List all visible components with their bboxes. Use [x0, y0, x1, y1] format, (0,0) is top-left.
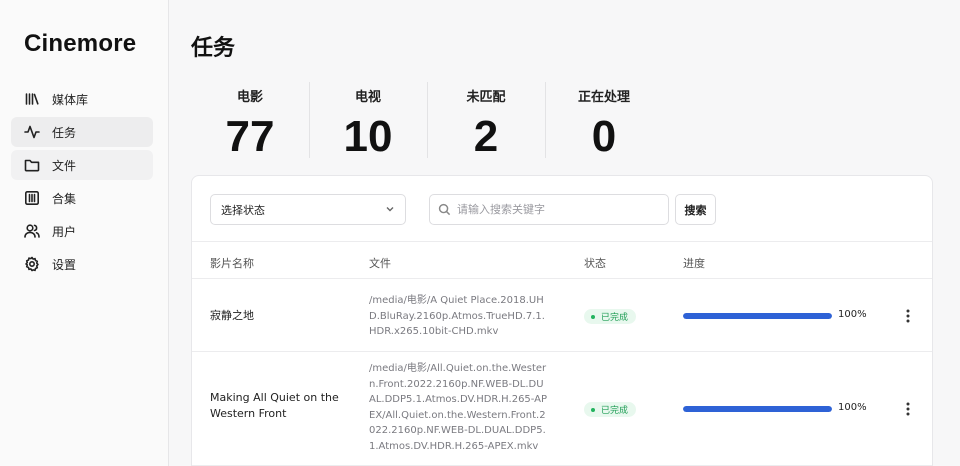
page-title: 任务 [191, 36, 236, 61]
stat-value: 0 [591, 112, 617, 161]
sidebar-item-tasks[interactable]: 任务 [11, 117, 153, 147]
activity-icon [23, 124, 40, 141]
progress-percent: 100% [838, 309, 867, 320]
movie-name: 寂静之地 [210, 309, 254, 322]
library-icon [23, 91, 40, 108]
status-dot [591, 407, 595, 412]
stat-label: 正在处理 [577, 90, 630, 105]
sidebar-item-label: 媒体库 [52, 92, 89, 107]
sidebar-item-collections[interactable]: 合集 [11, 183, 153, 213]
search-box [429, 194, 669, 225]
status-badge: 已完成 [584, 309, 637, 324]
status-text: 已完成 [601, 406, 629, 416]
stat-movies: 电影 77 [191, 82, 309, 160]
filter-toolbar: 选择状态 搜索 [192, 176, 932, 242]
stats-summary: 电影 77 电视 10 未匹配 2 正在处理 0 [191, 82, 663, 160]
column-header-progress: 进度 [683, 257, 705, 270]
progress-percent: 100% [838, 402, 867, 413]
chevron-down-icon [385, 204, 395, 214]
stat-label: 电影 [236, 90, 263, 105]
progress-fill [683, 313, 832, 319]
tasks-card: 选择状态 搜索 影片名称 文件 状态 进度 寂静之地 /media/电影/A Q… [191, 175, 933, 466]
more-options-icon[interactable] [902, 401, 914, 417]
search-button[interactable]: 搜索 [675, 194, 716, 225]
sidebar-item-label: 任务 [52, 125, 77, 140]
column-header-file: 文件 [369, 257, 391, 270]
sidebar-item-label: 合集 [52, 191, 77, 206]
table-row[interactable]: Making All Quiet on the Western Front /m… [192, 352, 932, 466]
file-path: /media/电影/A Quiet Place.2018.UHD.BluRay.… [369, 295, 545, 337]
search-icon [438, 203, 451, 216]
status-select-value: 选择状态 [221, 203, 265, 217]
table-header: 影片名称 文件 状态 进度 [192, 242, 932, 279]
sidebar: Cinemore 媒体库 任务 文件 合集 用户 设置 [0, 0, 169, 466]
progress-bar [683, 406, 832, 412]
stat-value: 77 [225, 112, 275, 161]
column-header-name: 影片名称 [210, 257, 254, 270]
users-icon [23, 223, 40, 240]
sidebar-item-files[interactable]: 文件 [11, 150, 153, 180]
stat-value: 10 [343, 112, 393, 161]
sidebar-item-label: 设置 [52, 257, 77, 272]
stat-unmatched: 未匹配 2 [427, 82, 545, 160]
status-text: 已完成 [601, 313, 629, 323]
stat-label: 电视 [354, 90, 381, 105]
app-logo[interactable]: Cinemore [24, 30, 136, 58]
sidebar-item-library[interactable]: 媒体库 [11, 84, 153, 114]
gear-icon [23, 256, 40, 273]
file-path: /media/电影/All.Quiet.on.the.Western.Front… [369, 363, 548, 452]
movie-name: Making All Quiet on the Western Front [210, 391, 339, 420]
stat-processing: 正在处理 0 [545, 82, 663, 160]
folder-icon [23, 157, 40, 174]
table-row[interactable]: 寂静之地 /media/电影/A Quiet Place.2018.UHD.Bl… [192, 280, 932, 352]
progress-fill [683, 406, 832, 412]
sidebar-item-label: 文件 [52, 158, 77, 173]
more-options-icon[interactable] [902, 308, 914, 324]
status-badge: 已完成 [584, 402, 637, 417]
search-input[interactable] [457, 203, 657, 216]
main-content: 任务 电影 77 电视 10 未匹配 2 正在处理 0 选择状态 请输入搜索关键… [169, 0, 960, 466]
stat-tv: 电视 10 [309, 82, 427, 160]
status-select[interactable]: 选择状态 [210, 194, 406, 225]
collection-icon [23, 190, 40, 207]
sidebar-item-users[interactable]: 用户 [11, 216, 153, 246]
sidebar-nav: 媒体库 任务 文件 合集 用户 设置 [11, 84, 153, 282]
stat-label: 未匹配 [466, 90, 506, 105]
status-dot [591, 314, 595, 319]
stat-value: 2 [473, 112, 499, 161]
sidebar-item-label: 用户 [52, 224, 77, 239]
column-header-status: 状态 [584, 257, 606, 270]
sidebar-item-settings[interactable]: 设置 [11, 249, 153, 279]
progress-bar [683, 313, 832, 319]
